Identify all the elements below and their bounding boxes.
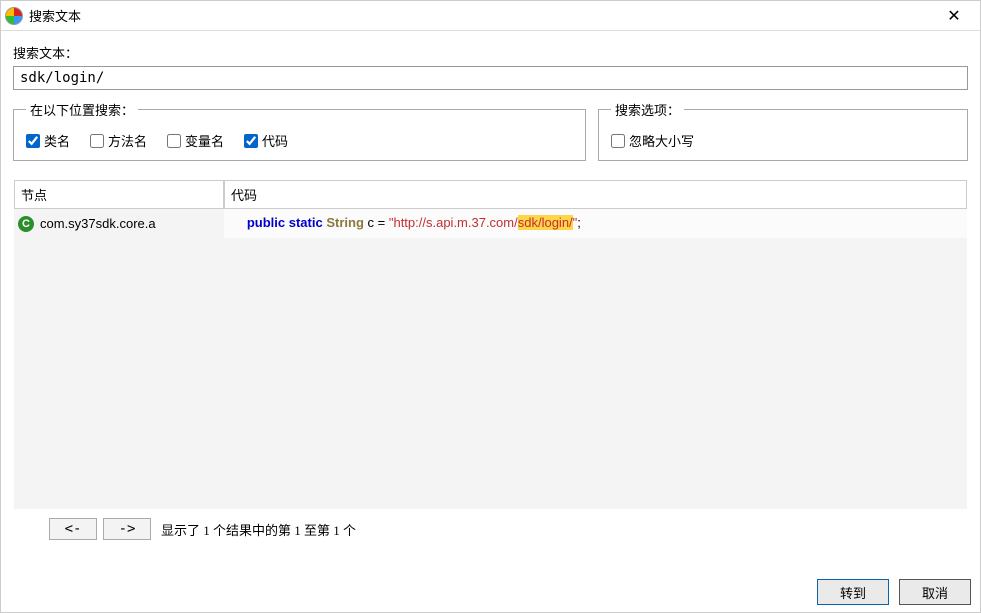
location-option-3-label: 代码 <box>262 131 288 150</box>
results-body[interactable]: Ccom.sy37sdk.core.a public static String… <box>14 209 967 509</box>
location-option-0-checkbox[interactable] <box>26 134 40 148</box>
results-table: 节点 代码 Ccom.sy37sdk.core.a public static … <box>13 179 968 510</box>
result-nav: <- -> 显示了 1 个结果中的第 1 至第 1 个 <box>49 518 968 540</box>
location-option-1-checkbox[interactable] <box>90 134 104 148</box>
search-option-0-checkbox[interactable] <box>611 134 625 148</box>
location-option-2-checkbox[interactable] <box>167 134 181 148</box>
location-option-1-label: 方法名 <box>108 131 147 150</box>
node-name: com.sy37sdk.core.a <box>40 216 156 231</box>
location-option-2-label: 变量名 <box>185 131 224 150</box>
node-cell[interactable]: Ccom.sy37sdk.core.a <box>14 209 224 238</box>
location-option-2[interactable]: 变量名 <box>167 131 224 150</box>
location-option-0-label: 类名 <box>44 131 70 150</box>
prev-result-button[interactable]: <- <box>49 518 97 540</box>
location-option-3-checkbox[interactable] <box>244 134 258 148</box>
cancel-button[interactable]: 取消 <box>899 579 971 605</box>
search-option-0[interactable]: 忽略大小写 <box>611 131 694 150</box>
window-title: 搜索文本 <box>29 6 932 25</box>
search-locations-legend: 在以下位置搜索： <box>26 100 138 119</box>
search-options-group: 搜索选项： 忽略大小写 <box>598 100 968 161</box>
column-header-code[interactable]: 代码 <box>224 180 967 208</box>
search-label: 搜索文本： <box>13 43 968 62</box>
close-button[interactable]: ✕ <box>932 1 976 31</box>
search-options-legend: 搜索选项： <box>611 100 684 119</box>
location-option-3[interactable]: 代码 <box>244 131 288 150</box>
search-option-0-label: 忽略大小写 <box>629 131 694 150</box>
result-count-status: 显示了 1 个结果中的第 1 至第 1 个 <box>161 520 356 539</box>
class-icon: C <box>18 216 34 232</box>
location-option-0[interactable]: 类名 <box>26 131 70 150</box>
title-bar: 搜索文本 ✕ <box>1 1 980 31</box>
column-header-node[interactable]: 节点 <box>14 180 224 208</box>
search-input[interactable] <box>13 66 968 90</box>
goto-button[interactable]: 转到 <box>817 579 889 605</box>
table-row[interactable]: Ccom.sy37sdk.core.a public static String… <box>14 209 967 238</box>
next-result-button[interactable]: -> <box>103 518 151 540</box>
search-locations-group: 在以下位置搜索： 类名 方法名 变量名 代码 <box>13 100 586 161</box>
app-icon <box>5 7 23 25</box>
code-cell[interactable]: public static String c = "http://s.api.m… <box>224 209 967 238</box>
location-option-1[interactable]: 方法名 <box>90 131 147 150</box>
